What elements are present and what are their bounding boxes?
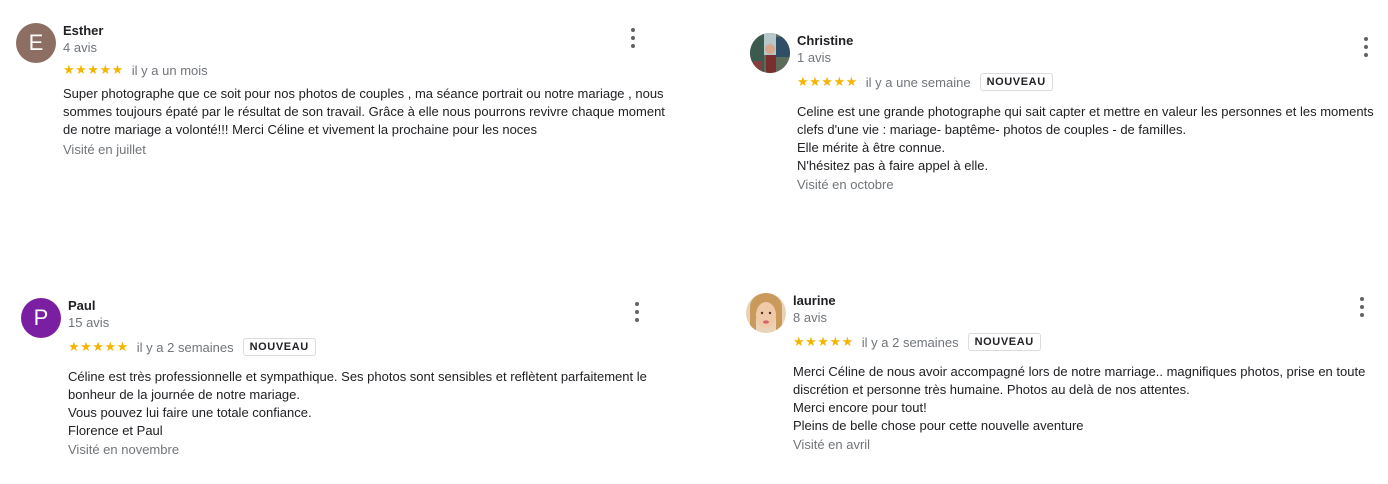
star-rating-icon: ★★★★★ xyxy=(797,74,858,89)
review-text: Celine est une grande photographe qui sa… xyxy=(797,103,1382,175)
review-text: Céline est très professionnelle et sympa… xyxy=(68,368,708,440)
reviewer-name[interactable]: Paul xyxy=(68,298,95,313)
new-badge: NOUVEAU xyxy=(242,338,316,356)
review-time: il y a 2 semaines xyxy=(136,339,234,355)
more-options-icon[interactable] xyxy=(633,302,641,322)
new-badge: NOUVEAU xyxy=(967,333,1041,351)
review-line: Elle mérite à être connue. xyxy=(797,140,946,155)
review-line: bonheur de la journée de notre mariage. xyxy=(68,387,300,402)
visit-date: Visité en octobre xyxy=(797,177,894,192)
review-line: Super photographe que ce soit pour nos p… xyxy=(63,86,664,101)
visit-date: Visité en avril xyxy=(793,437,871,452)
star-rating-icon: ★★★★★ xyxy=(793,334,854,349)
avatar[interactable] xyxy=(750,33,790,73)
review-line: de notre mariage a volonté!!! Merci Céli… xyxy=(63,122,538,137)
review-line: sommes toujours épaté par le résultat de… xyxy=(63,104,665,119)
review-count: 15 avis xyxy=(68,315,110,330)
rating-row: ★★★★★ il y a 2 semaines NOUVEAU xyxy=(68,338,316,356)
review-line: clefs d'une vie : mariage- baptême- phot… xyxy=(797,122,1187,137)
review-time: il y a un mois xyxy=(131,62,208,78)
reviewer-name[interactable]: Esther xyxy=(63,23,103,38)
review-text: Super photographe que ce soit pour nos p… xyxy=(63,85,703,139)
review-line: Florence et Paul xyxy=(68,423,163,438)
review-time: il y a 2 semaines xyxy=(861,334,959,350)
review-line: discrétion et personne très humaine. Pho… xyxy=(793,382,1190,397)
reviewer-name[interactable]: Christine xyxy=(797,33,853,48)
avatar-photo-icon xyxy=(750,33,790,73)
visit-date: Visité en novembre xyxy=(68,442,180,457)
rating-row: ★★★★★ il y a un mois xyxy=(63,62,208,78)
rating-row: ★★★★★ il y a une semaine NOUVEAU xyxy=(797,73,1053,91)
star-rating-icon: ★★★★★ xyxy=(63,62,124,77)
avatar[interactable]: P xyxy=(21,298,61,338)
avatar-photo-icon xyxy=(746,293,786,333)
review-line: Pleins de belle chose pour cette nouvell… xyxy=(793,418,1084,433)
more-options-icon[interactable] xyxy=(1362,37,1370,57)
review-count: 4 avis xyxy=(63,40,97,55)
review-time: il y a une semaine xyxy=(865,74,971,90)
review-count: 1 avis xyxy=(797,50,831,65)
review-line: Celine est une grande photographe qui sa… xyxy=(797,104,1374,119)
review-line: Vous pouvez lui faire une totale confian… xyxy=(68,405,312,420)
more-options-icon[interactable] xyxy=(629,28,637,48)
new-badge: NOUVEAU xyxy=(979,73,1053,91)
review-count: 8 avis xyxy=(793,310,827,325)
avatar[interactable]: E xyxy=(16,23,56,63)
star-rating-icon: ★★★★★ xyxy=(68,339,129,354)
more-options-icon[interactable] xyxy=(1358,297,1366,317)
visit-date: Visité en juillet xyxy=(63,142,146,157)
avatar[interactable] xyxy=(746,293,786,333)
review-line: N'hésitez pas à faire appel à elle. xyxy=(797,158,989,173)
review-line: Merci Céline de nous avoir accompagné lo… xyxy=(793,364,1366,379)
review-line: Merci encore pour tout! xyxy=(793,400,927,415)
review-text: Merci Céline de nous avoir accompagné lo… xyxy=(793,363,1378,435)
reviewer-name[interactable]: laurine xyxy=(793,293,836,308)
review-line: Céline est très professionnelle et sympa… xyxy=(68,369,647,384)
rating-row: ★★★★★ il y a 2 semaines NOUVEAU xyxy=(793,333,1041,351)
